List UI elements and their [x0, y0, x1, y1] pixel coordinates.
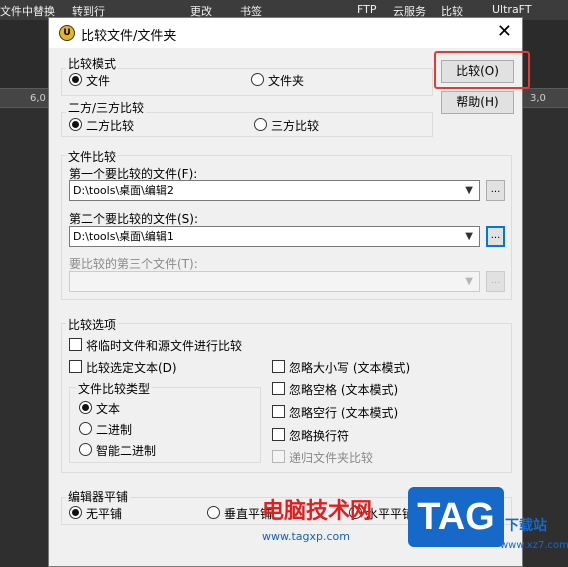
radio-vertical-tiling[interactable]	[207, 506, 220, 519]
first-file-browse-button[interactable]: ...	[486, 180, 505, 201]
ultracompare-app-icon: U	[59, 25, 75, 41]
checkbox-recursive[interactable]	[272, 450, 285, 463]
checkbox-compare-selected[interactable]	[69, 360, 82, 373]
radio-no-tiling[interactable]	[69, 506, 82, 519]
toolbar-item-ultraftp[interactable]: UltraFT	[492, 3, 532, 16]
radio-file-label: 文件	[86, 74, 111, 88]
way-compare-title: 二方/三方比较	[66, 99, 147, 116]
recursive-label: 递归文件夹比较	[289, 451, 374, 465]
radio-three-way[interactable]	[254, 118, 267, 131]
third-file-browse-button[interactable]: ...	[486, 271, 505, 292]
compare-mode-title: 比较模式	[66, 55, 119, 72]
radio-text-label: 文本	[96, 402, 121, 416]
background-editor-right	[523, 108, 568, 567]
ignore-line-endings-label: 忽略换行符	[289, 429, 350, 443]
compare-dialog: U 比较文件/文件夹 ✕ 比较模式 文件 文件夹 二方/三方比较 二方比较 三方…	[48, 17, 530, 567]
chevron-down-icon[interactable]: ▼	[465, 272, 473, 291]
radio-text[interactable]	[79, 401, 92, 414]
watermark-url: www.tagxp.com	[262, 530, 350, 543]
watermark-side-text: 下载站	[505, 518, 547, 534]
radio-file[interactable]	[69, 73, 82, 86]
radio-two-way-label: 二方比较	[86, 119, 135, 133]
radio-smart-binary[interactable]	[79, 443, 92, 456]
checkbox-temp-with-source[interactable]	[69, 338, 82, 351]
checkbox-ignore-blank-lines[interactable]	[272, 405, 285, 418]
ignore-case-label: 忽略大小写 (文本模式)	[289, 361, 411, 375]
second-file-browse-button[interactable]: ...	[486, 226, 505, 247]
watermark-text: 电脑技术网	[262, 499, 373, 524]
chevron-down-icon[interactable]: ▼	[465, 181, 473, 200]
radio-two-way[interactable]	[69, 118, 82, 131]
second-file-label: 第二个要比较的文件(S):	[69, 212, 199, 226]
radio-horizontal-tiling-label: 水平平铺	[366, 507, 415, 521]
dialog-titlebar: U 比较文件/文件夹 ✕	[49, 18, 522, 48]
radio-no-tiling-label: 无平铺	[86, 507, 123, 521]
radio-folder[interactable]	[251, 73, 264, 86]
second-file-combo[interactable]: D:\tools\桌面\编辑1 ▼	[69, 226, 480, 247]
watermark-side-url: www.xz7.com	[500, 540, 568, 551]
compare-options-title: 比较选项	[66, 316, 119, 333]
radio-binary[interactable]	[79, 422, 92, 435]
toolbar-item-ftp[interactable]: FTP	[357, 3, 377, 16]
ruler-label: 3,0	[530, 93, 546, 104]
second-file-value: D:\tools\桌面\编辑1	[73, 230, 174, 243]
ruler-label: 6,0	[30, 93, 46, 104]
close-icon[interactable]: ✕	[497, 22, 512, 42]
radio-binary-label: 二进制	[96, 423, 133, 437]
third-file-label: 要比较的第三个文件(T):	[69, 257, 198, 271]
compare-button[interactable]: 比较(O)	[441, 60, 514, 83]
file-type-title: 文件比较类型	[76, 380, 153, 397]
background-editor-left	[0, 108, 48, 567]
toolbar-item-find-in-files[interactable]: 文件中替换	[0, 3, 55, 19]
chevron-down-icon[interactable]: ▼	[465, 227, 473, 246]
file-compare-title: 文件比较	[66, 148, 119, 165]
checkbox-ignore-case[interactable]	[272, 360, 285, 373]
radio-smart-binary-label: 智能二进制	[96, 444, 157, 458]
ignore-blank-lines-label: 忽略空行 (文本模式)	[289, 406, 399, 420]
temp-with-source-label: 将临时文件和源文件进行比较	[86, 339, 243, 353]
checkbox-ignore-spaces[interactable]	[272, 382, 285, 395]
watermark-tag-logo: TAG	[408, 487, 504, 547]
first-file-value: D:\tools\桌面\编辑2	[73, 184, 174, 197]
third-file-combo[interactable]: ▼	[69, 271, 480, 292]
radio-three-way-label: 三方比较	[271, 119, 320, 133]
dialog-title: 比较文件/文件夹	[81, 29, 177, 44]
compare-selected-label: 比较选定文本(D)	[86, 361, 177, 375]
tiling-title: 编辑器平铺	[66, 488, 131, 505]
compare-mode-group	[61, 68, 433, 96]
ignore-spaces-label: 忽略空格 (文本模式)	[289, 383, 399, 397]
help-button[interactable]: 帮助(H)	[441, 91, 514, 114]
radio-folder-label: 文件夹	[268, 74, 305, 88]
first-file-combo[interactable]: D:\tools\桌面\编辑2 ▼	[69, 180, 480, 201]
checkbox-ignore-line-endings[interactable]	[272, 428, 285, 441]
